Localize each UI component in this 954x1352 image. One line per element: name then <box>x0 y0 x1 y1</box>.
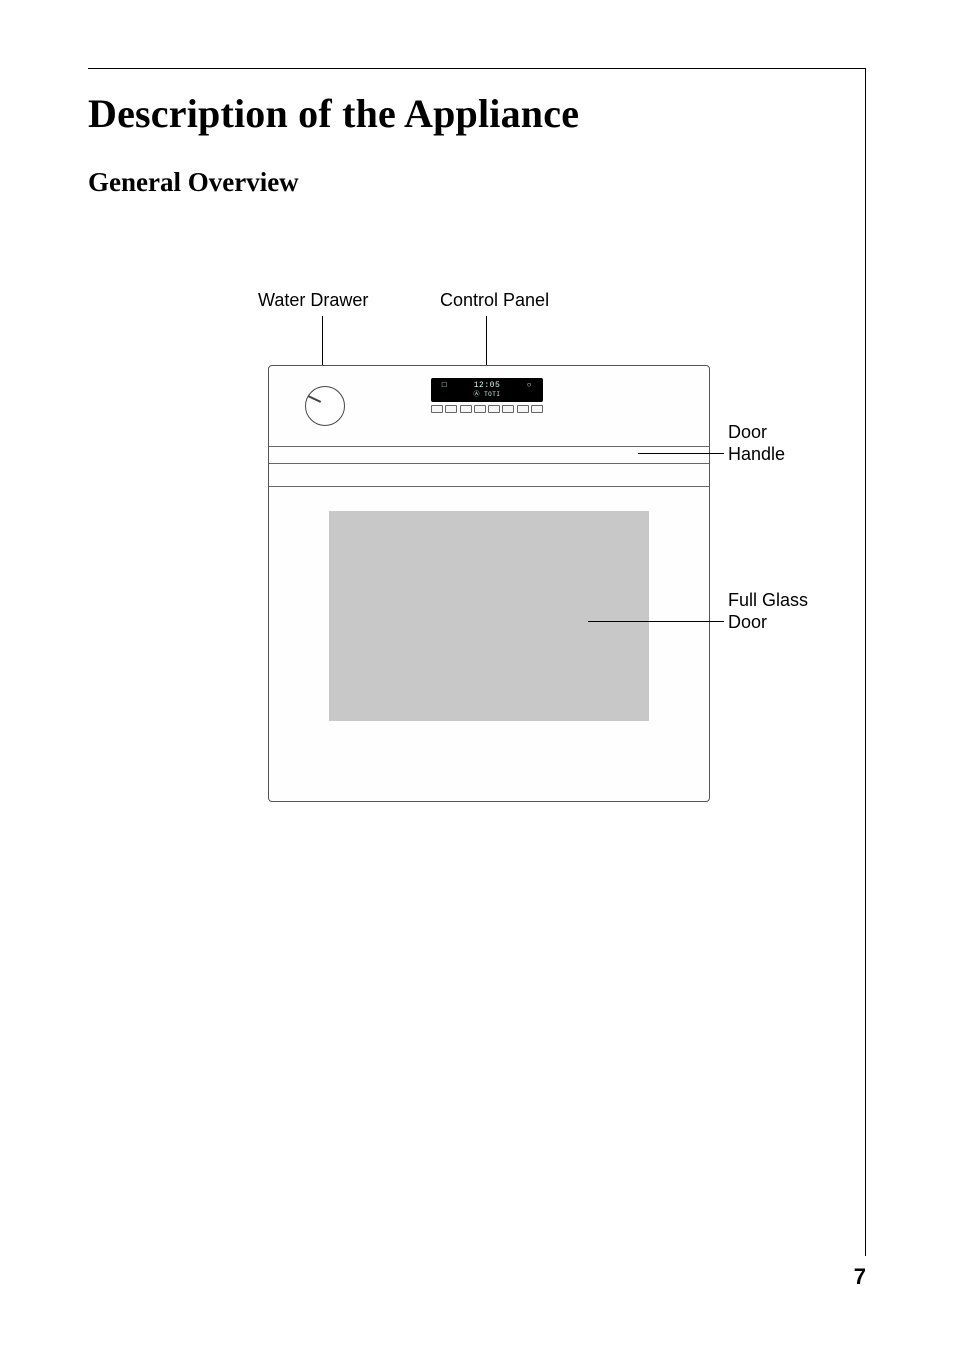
appliance-diagram: Water Drawer Control Panel □ 12:05 <box>268 290 918 820</box>
panel-button-4 <box>474 405 486 413</box>
appliance-body: □ 12:05 ○ Ⓐ TOTI <box>268 365 710 802</box>
page-title: Description of the Appliance <box>88 90 854 137</box>
panel-button-2 <box>445 405 457 413</box>
divider-line-3 <box>269 486 709 487</box>
water-drawer-knob-icon <box>305 386 345 426</box>
panel-button-7 <box>517 405 529 413</box>
oven-display-icon: □ 12:05 ○ Ⓐ TOTI <box>431 378 543 402</box>
display-time: 12:05 <box>474 381 501 390</box>
display-left-icon: □ <box>442 381 447 390</box>
display-row2: Ⓐ TOTI <box>431 392 543 398</box>
panel-button-3 <box>460 405 472 413</box>
callout-full-glass-door-line <box>588 621 724 622</box>
label-full-glass-door: Full Glass Door <box>728 590 818 633</box>
panel-button-5 <box>488 405 500 413</box>
label-water-drawer: Water Drawer <box>258 290 368 312</box>
panel-button-6 <box>502 405 514 413</box>
divider-line-1 <box>269 446 709 447</box>
divider-line-2 <box>269 463 709 464</box>
page: Description of the Appliance General Ove… <box>0 0 954 1352</box>
frame-top-border <box>88 68 866 69</box>
panel-button-8 <box>531 405 543 413</box>
display-row1: □ 12:05 ○ <box>431 382 543 390</box>
full-glass-door-icon <box>329 511 649 721</box>
page-number: 7 <box>854 1264 866 1290</box>
callout-door-handle-line <box>638 453 724 454</box>
panel-button-1 <box>431 405 443 413</box>
display-right-icon: ○ <box>527 381 532 390</box>
content-area: Description of the Appliance General Ove… <box>88 80 854 228</box>
control-panel-buttons <box>431 405 543 413</box>
section-title: General Overview <box>88 167 854 198</box>
callout-control-panel-line <box>486 316 487 368</box>
control-panel-unit: □ 12:05 ○ Ⓐ TOTI <box>431 378 545 413</box>
label-door-handle: Door Handle <box>728 422 818 465</box>
label-control-panel: Control Panel <box>440 290 549 312</box>
